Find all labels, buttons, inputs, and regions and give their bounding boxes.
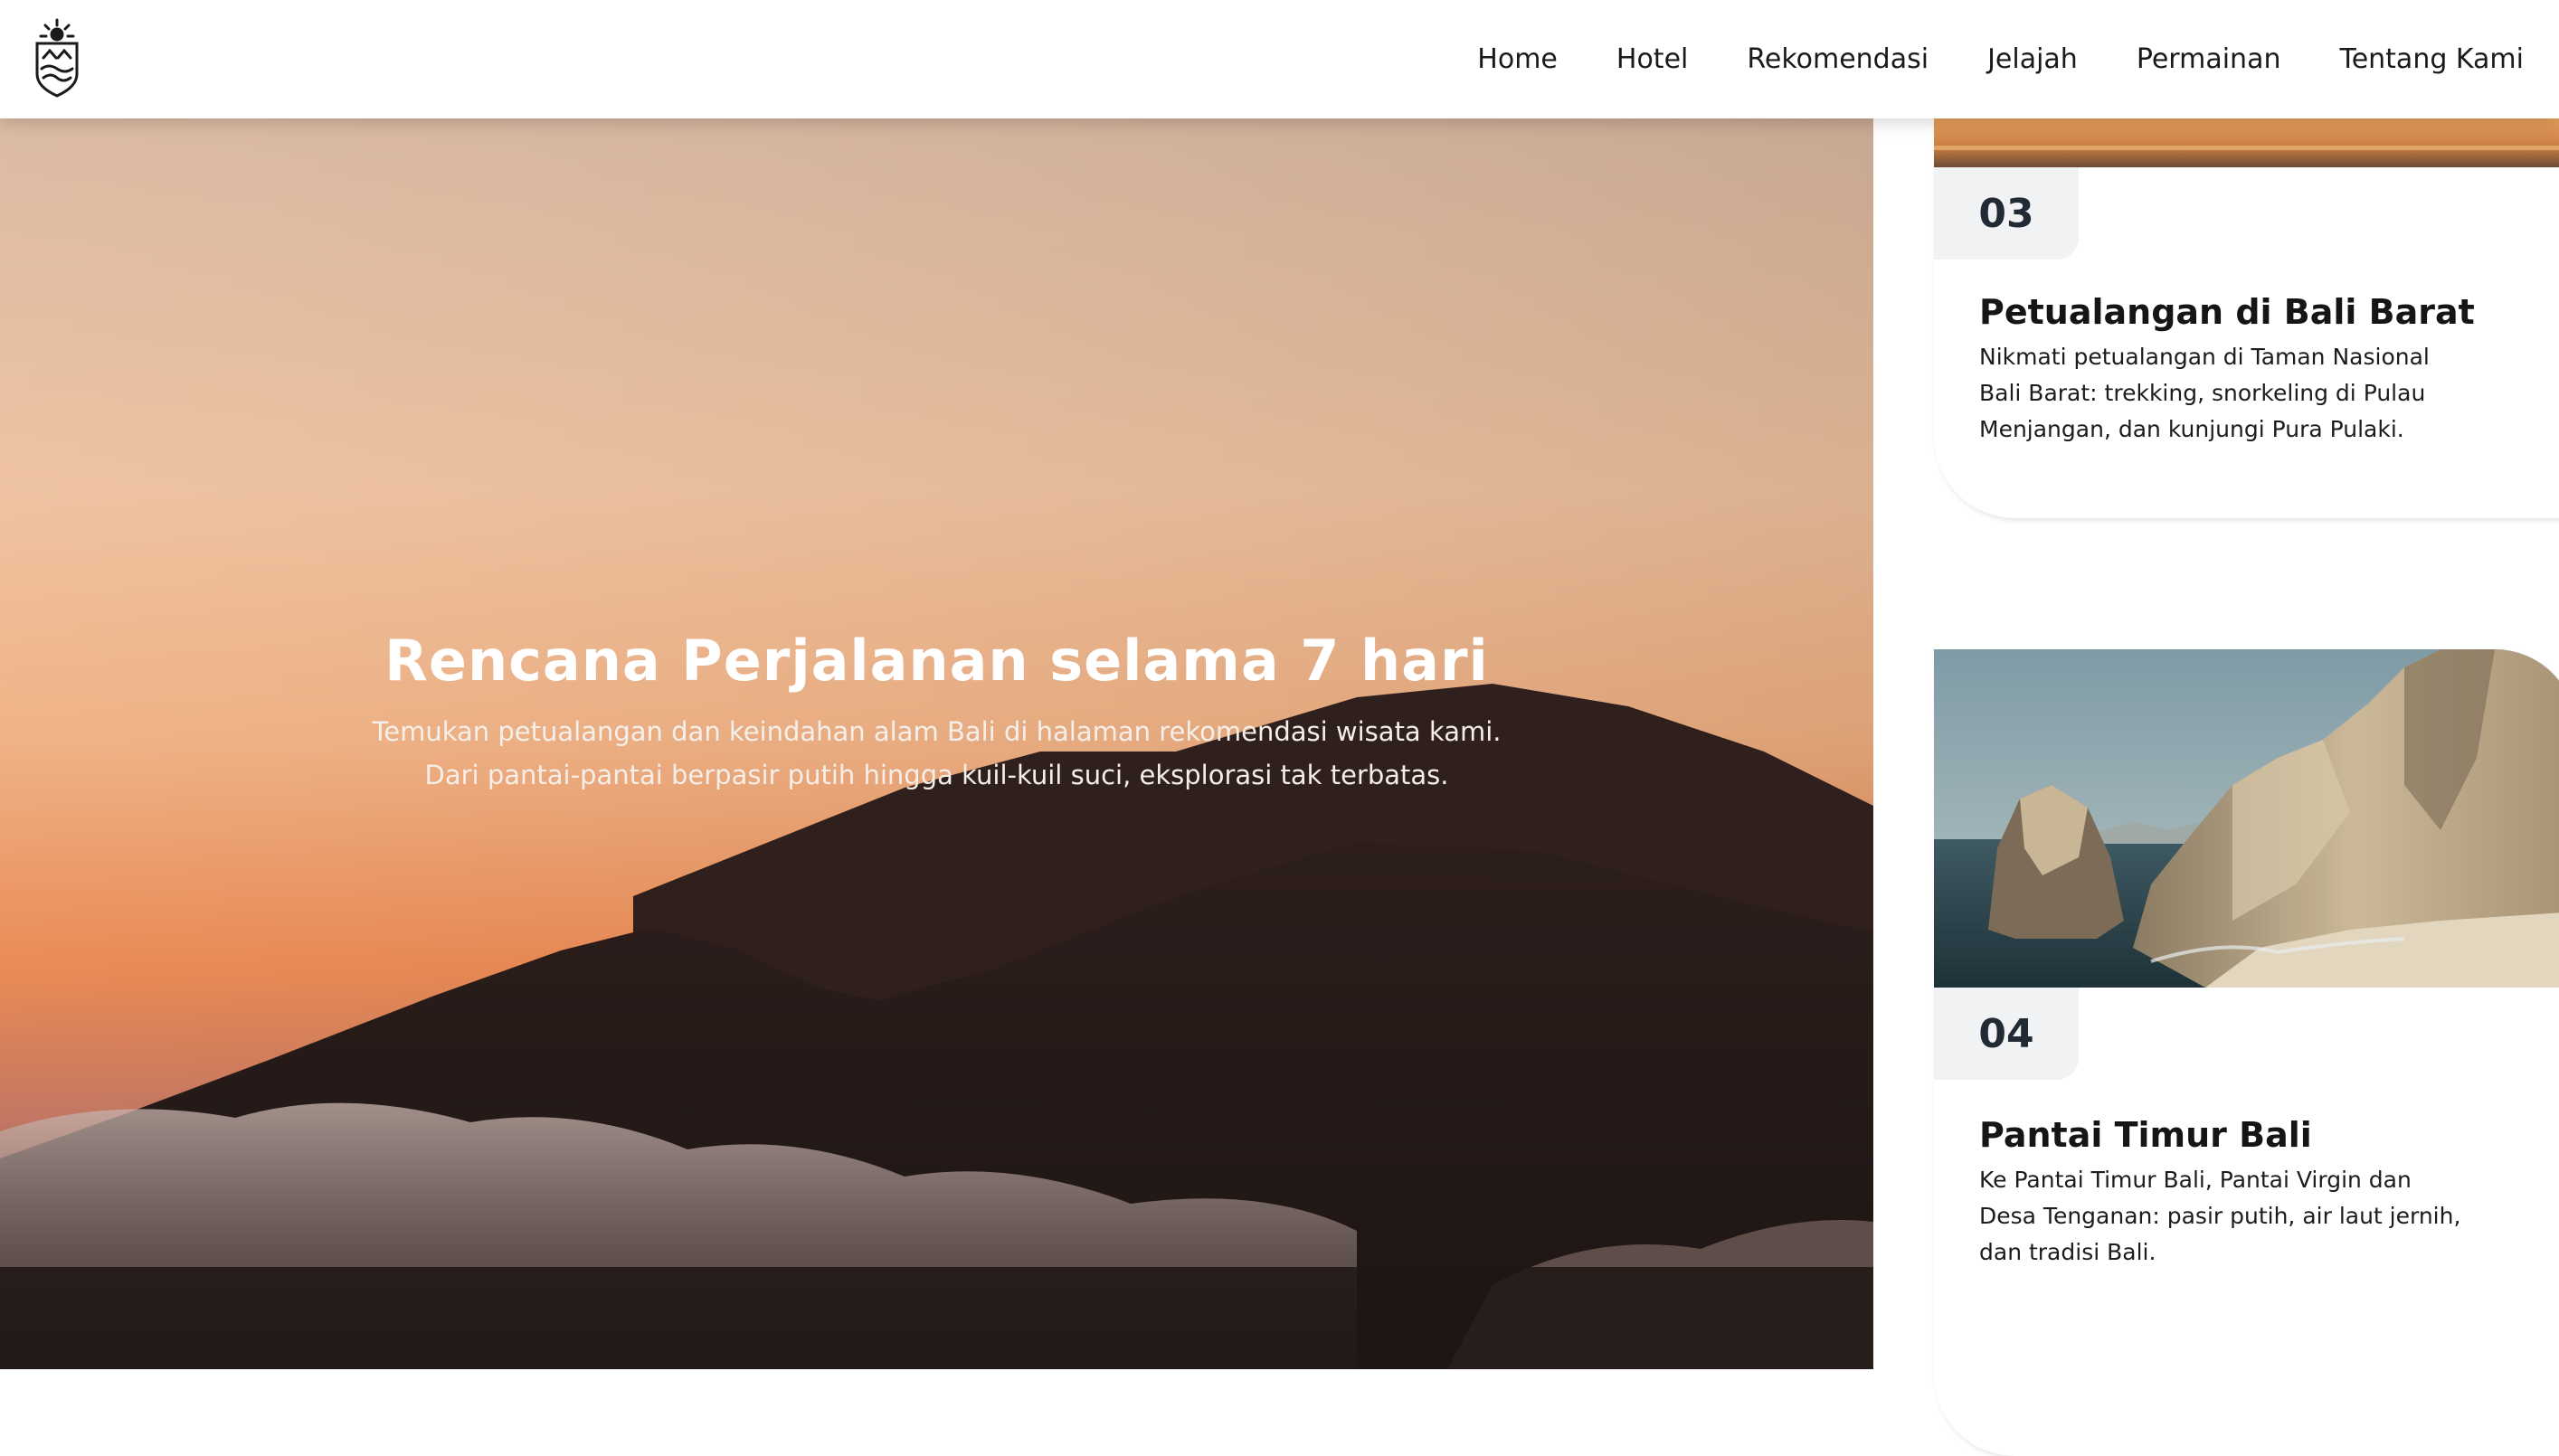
hero-section: Rencana Perjalanan selama 7 hari Temukan… [0, 118, 1873, 1369]
nav-link-rekomendasi[interactable]: Rekomendasi [1747, 43, 1929, 75]
nav-link-home[interactable]: Home [1477, 43, 1558, 75]
shield-temple-logo-icon[interactable] [33, 18, 81, 98]
hero-description-line-1: Temukan petualangan dan keindahan alam B… [372, 716, 1502, 747]
card-description-line: dan tradisi Bali. [1979, 1239, 2156, 1265]
card-description: Ke Pantai Timur Bali, Pantai Virgin dan … [1979, 1162, 2486, 1271]
card-description: Nikmati petualangan di Taman Nasional Ba… [1979, 339, 2486, 448]
nav-link-permainan[interactable]: Permainan [2137, 43, 2281, 75]
card-description-line: Bali Barat: trekking, snorkeling di Pula… [1979, 380, 2426, 406]
card-title: Petualangan di Bali Barat [1979, 292, 2475, 332]
navbar: Home Hotel Rekomendasi Jelajah Permainan… [0, 0, 2559, 118]
recommendation-card-03[interactable]: 03 Petualangan di Bali Barat Nikmati pet… [1934, 118, 2559, 518]
sea-cliffs-beach-image [1934, 649, 2559, 988]
recommendation-sidebar: 03 Petualangan di Bali Barat Nikmati pet… [1873, 118, 2559, 1456]
nav-link-hotel[interactable]: Hotel [1616, 43, 1688, 75]
card-number: 04 [1934, 988, 2079, 1080]
card-description-line: Menjangan, dan kunjungi Pura Pulaki. [1979, 416, 2404, 442]
card-description-line: Nikmati petualangan di Taman Nasional [1979, 344, 2430, 370]
card-description-line: Desa Tenganan: pasir putih, air laut jer… [1979, 1203, 2461, 1229]
card-title: Pantai Timur Bali [1979, 1115, 2312, 1155]
nav-link-jelajah[interactable]: Jelajah [1987, 43, 2078, 75]
hero-description: Temukan petualangan dan keindahan alam B… [0, 710, 1873, 797]
main-nav: Home Hotel Rekomendasi Jelajah Permainan… [1477, 0, 2524, 118]
card-number: 03 [1934, 167, 2079, 260]
card-description-line: Ke Pantai Timur Bali, Pantai Virgin dan [1979, 1167, 2412, 1193]
hero-description-line-2: Dari pantai-pantai berpasir putih hingga… [424, 760, 1449, 790]
recommendation-card-04[interactable]: 04 Pantai Timur Bali Ke Pantai Timur Bal… [1934, 649, 2559, 1456]
hero-title: Rencana Perjalanan selama 7 hari [384, 628, 1489, 694]
nav-link-tentang-kami[interactable]: Tentang Kami [2339, 43, 2524, 75]
sunset-horizon-image [1934, 118, 2559, 167]
